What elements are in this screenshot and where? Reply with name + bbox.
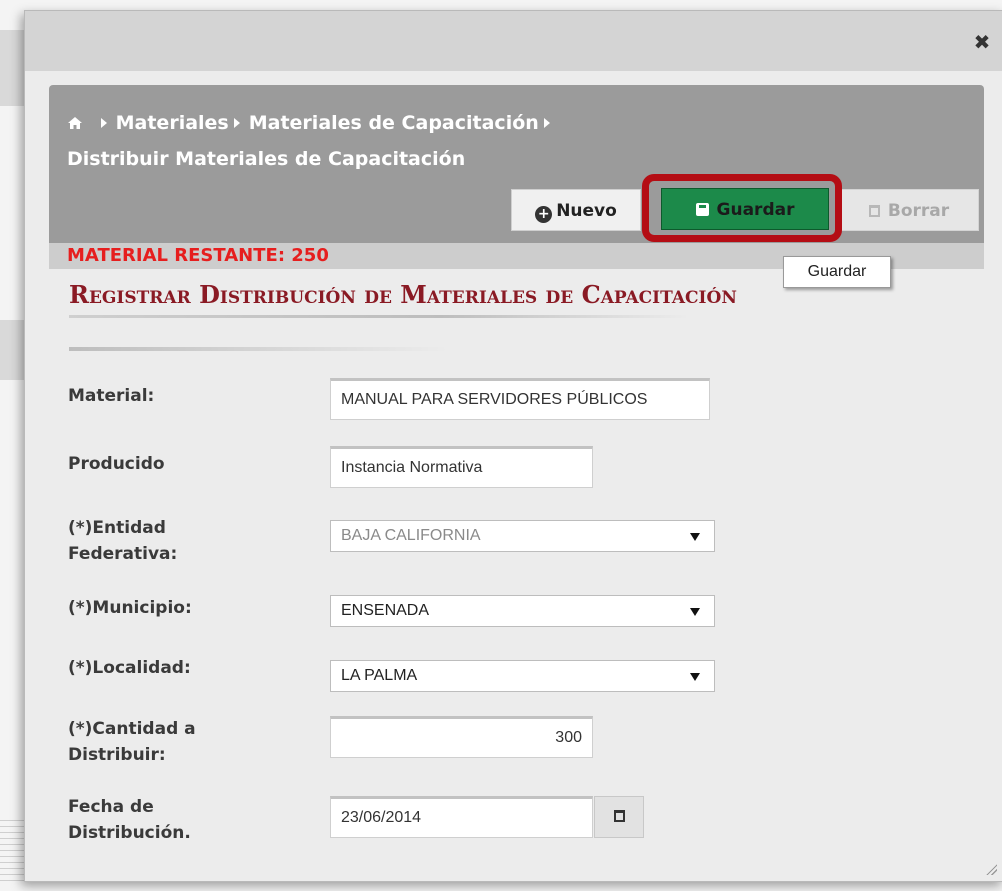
breadcrumb-separator-icon [233,118,240,128]
dialog-titlebar[interactable]: ✖ [25,11,1002,71]
title-underline [69,315,689,318]
guardar-tooltip: Guardar [783,256,891,288]
breadcrumb-separator-icon [543,118,550,128]
cantidad-label: (*)Cantidad a Distribuir: [68,719,196,765]
distribution-dialog: ✖ Materiales Materiales de Capacitación D… [24,10,1002,882]
localidad-select[interactable]: LA PALMA [330,660,715,692]
nuevo-label: Nuevo [556,201,617,221]
cantidad-field[interactable]: 300 [330,716,593,758]
entidad-label: (*)Entidad Federativa: [68,518,178,564]
breadcrumb-item-materiales-capacitacion[interactable]: Materiales de Capacitación [249,112,539,134]
background-strip [0,30,26,106]
localidad-value: LA PALMA [341,667,418,684]
guardar-button[interactable]: Guardar [661,188,829,230]
fecha-field[interactable]: 23/06/2014 [330,796,593,838]
borrar-label: Borrar [887,201,950,221]
resize-handle-icon[interactable] [985,863,997,875]
chevron-down-icon [690,533,700,541]
breadcrumb-item-materiales[interactable]: Materiales [116,112,229,134]
header-panel: Materiales Materiales de Capacitación Dis… [49,85,984,243]
material-restante: MATERIAL RESTANTE: 250 [67,245,329,266]
guardar-label: Guardar [716,200,795,220]
breadcrumb: Materiales Materiales de Capacitación Dis… [67,105,767,177]
section-title: Registrar Distribución de Materiales de … [69,280,737,309]
fecha-label: Fecha de Distribución. [68,797,191,843]
save-icon [695,203,709,216]
localidad-label: (*)Localidad: [68,658,191,678]
background-strip [0,320,26,380]
municipio-label: (*)Municipio: [68,598,192,618]
producido-field[interactable]: Instancia Normativa [330,446,593,488]
entidad-value: BAJA CALIFORNIA [341,527,481,544]
material-field[interactable]: MANUAL PARA SERVIDORES PÚBLICOS [330,378,710,420]
chevron-down-icon [690,673,700,681]
municipio-value: ENSENADA [341,602,430,619]
title-underline [69,347,449,351]
breadcrumb-current: Distribuir Materiales de Capacitación [67,148,466,170]
municipio-select[interactable]: ENSENADA [330,595,715,627]
calendar-button[interactable] [594,796,644,838]
plus-circle-icon: + [535,206,553,223]
producido-label: Producido [68,454,165,474]
trash-icon [868,205,880,217]
chevron-down-icon [690,608,700,616]
calendar-icon [614,810,625,822]
close-icon[interactable]: ✖ [971,31,993,53]
nuevo-button[interactable]: + Nuevo [511,189,641,231]
breadcrumb-separator-icon [100,118,107,128]
borrar-button[interactable]: Borrar [839,189,979,231]
material-label: Material: [68,386,155,406]
home-icon[interactable] [67,116,83,130]
entidad-select[interactable]: BAJA CALIFORNIA [330,520,715,552]
